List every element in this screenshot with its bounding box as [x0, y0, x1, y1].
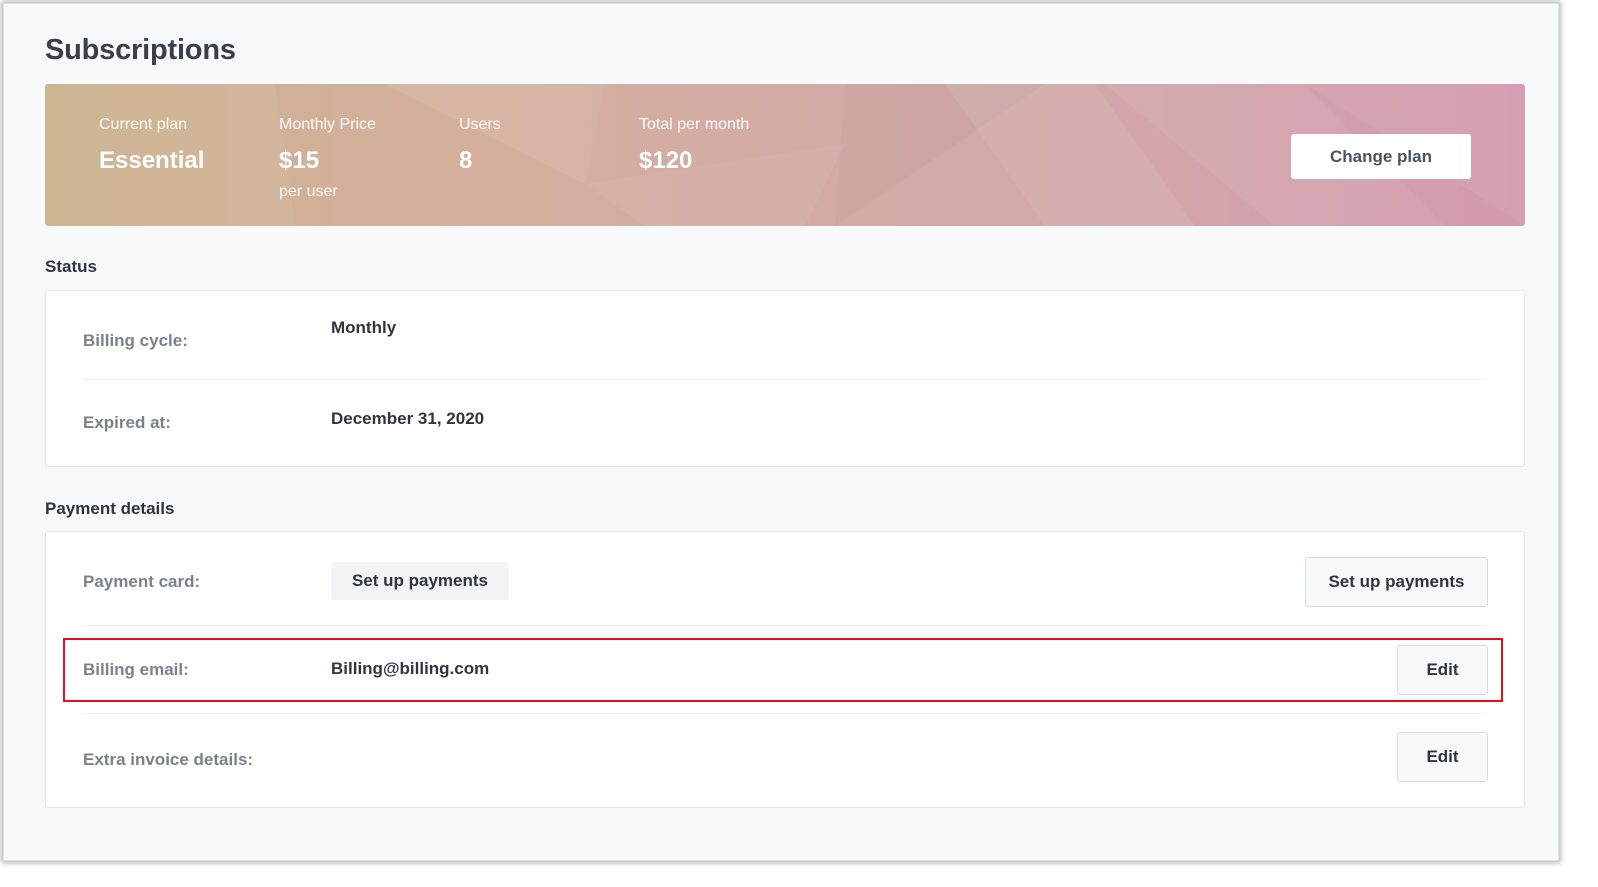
payment-details-section-title: Payment details [45, 499, 175, 518]
payment-card-row: Payment card: Set up payments Set up pay… [46, 532, 1524, 625]
monthly-price-unit: per user [279, 183, 338, 200]
status-card: Billing cycle: Monthly Expired at: Decem… [45, 290, 1525, 467]
users-value: 8 [459, 147, 473, 174]
monthly-price-value: $15 [279, 147, 320, 174]
status-section-title: Status [45, 257, 97, 276]
page-title: Subscriptions [45, 34, 236, 66]
payment-details-card: Payment card: Set up payments Set up pay… [45, 531, 1525, 808]
billing-cycle-value: Monthly [331, 318, 397, 337]
change-plan-button[interactable]: Change plan [1291, 134, 1471, 179]
billing-cycle-label: Billing cycle: [83, 331, 188, 350]
edit-billing-email-button[interactable]: Edit [1397, 645, 1488, 695]
monthly-price-block: Monthly Price $15 per user [279, 116, 376, 201]
users-label: Users [459, 116, 501, 133]
users-block: Users 8 [459, 116, 501, 175]
set-up-payments-inline-button[interactable]: Set up payments [331, 562, 509, 600]
billing-email-row: Billing email: Billing@billing.com [46, 626, 1524, 713]
extra-invoice-details-label: Extra invoice details: [83, 750, 254, 769]
extra-invoice-details-row: Extra invoice details: [46, 714, 1524, 809]
billing-email-value: Billing@billing.com [331, 659, 490, 678]
subscriptions-window: Subscriptions Current plan Essential Mon… [3, 3, 1559, 861]
total-per-month-label: Total per month [639, 116, 750, 133]
current-plan-label: Current plan [99, 116, 188, 133]
payment-card-label: Payment card: [83, 572, 201, 591]
billing-cycle-row: Billing cycle: Monthly [83, 291, 1487, 379]
expired-at-value: December 31, 2020 [331, 409, 485, 428]
set-up-payments-button[interactable]: Set up payments [1305, 557, 1488, 607]
edit-extra-invoice-details-button[interactable]: Edit [1397, 732, 1488, 782]
billing-email-label: Billing email: [83, 660, 189, 679]
total-per-month-value: $120 [639, 147, 693, 174]
monthly-price-label: Monthly Price [279, 116, 376, 133]
total-per-month-block: Total per month $120 [639, 116, 749, 175]
current-plan-block: Current plan Essential [99, 116, 204, 175]
current-plan-value: Essential [99, 147, 205, 174]
expired-at-row: Expired at: December 31, 2020 [83, 380, 1487, 468]
plan-banner: Current plan Essential Monthly Price $15… [45, 84, 1525, 226]
expired-at-label: Expired at: [83, 413, 171, 432]
